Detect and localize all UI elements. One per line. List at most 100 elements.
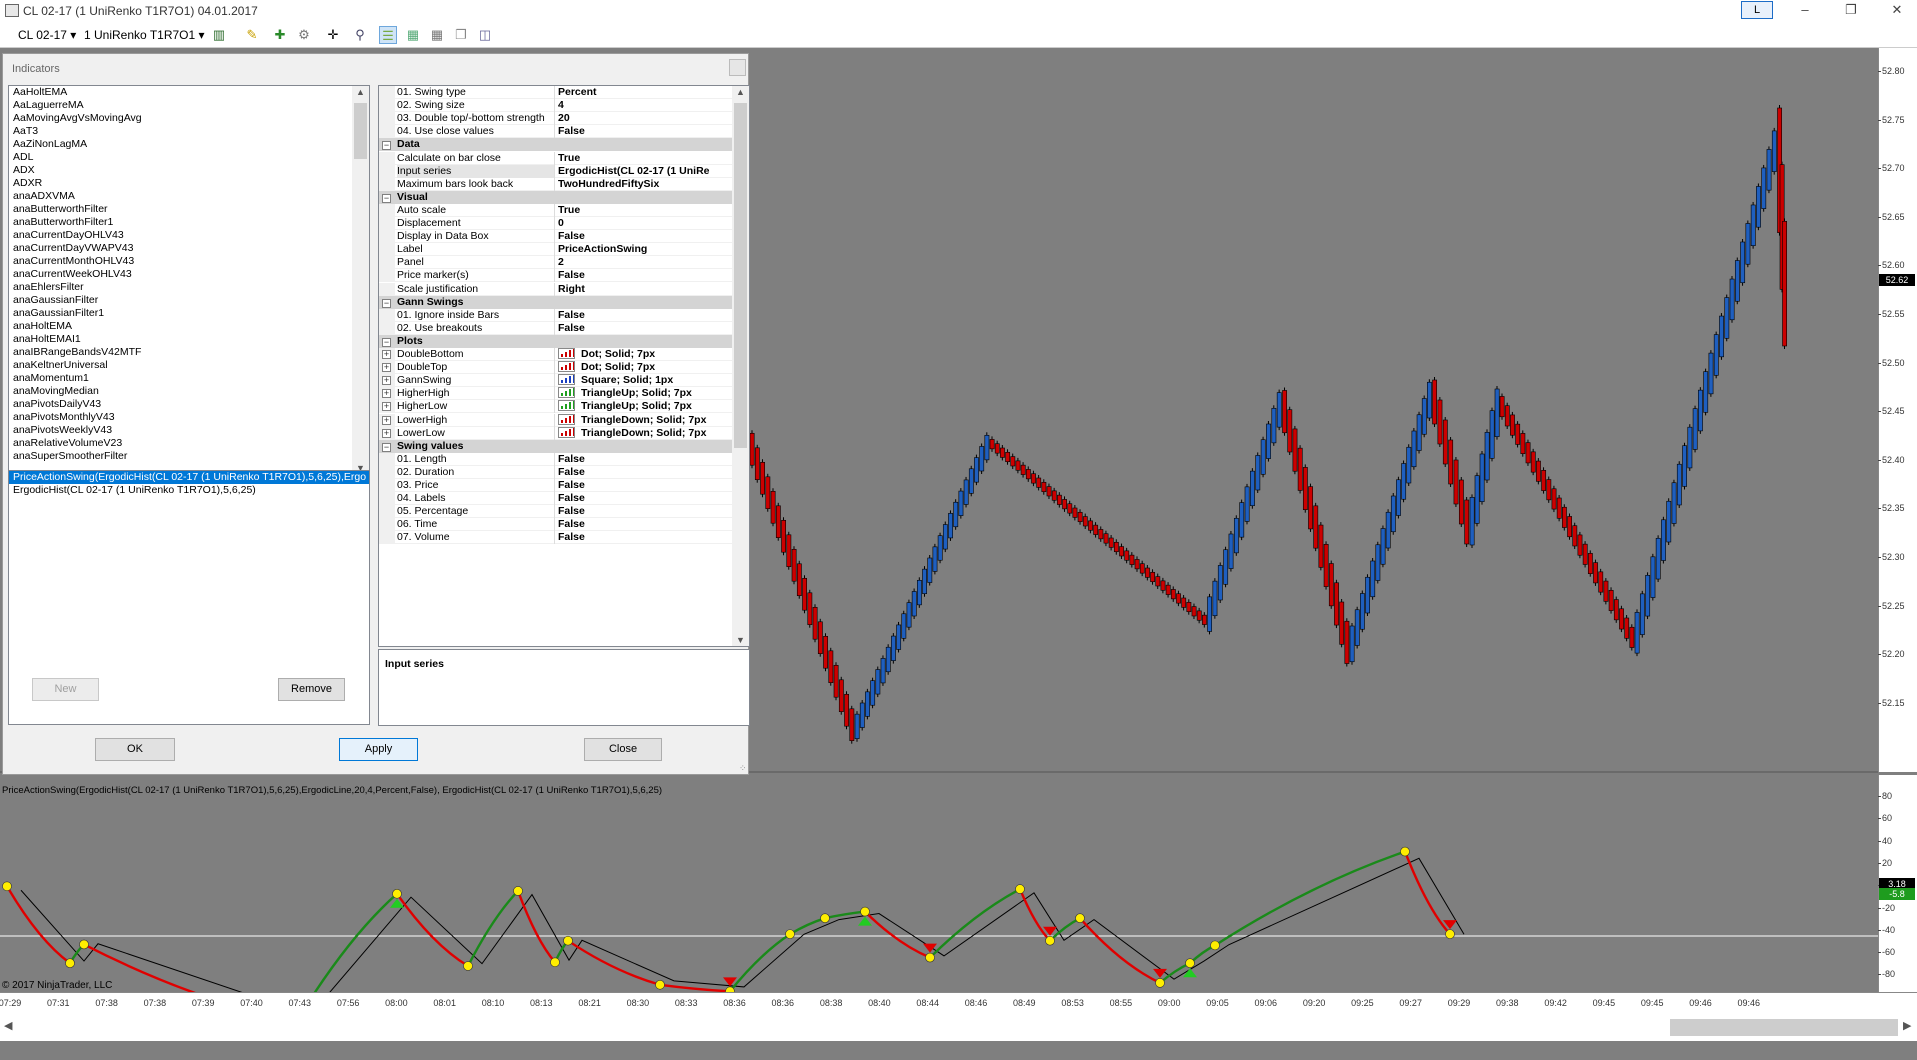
indicator-list-item[interactable]: anaCurrentMonthOHLV43 [9,255,369,268]
indicator-list-item[interactable]: AaZiNonLagMA [9,138,369,151]
property-row[interactable]: Scale justification Right [379,282,734,296]
property-row[interactable]: 04. Labels False [379,492,734,506]
indicators-icon[interactable]: ☰ [379,26,397,44]
property-value[interactable]: False [558,322,734,335]
indicator-list-item[interactable]: anaGaussianFilter [9,294,369,307]
time-axis[interactable]: 07:29 07:31 07:38 07:38 07:39 07:40 07:43 07:56… [0,992,1917,1014]
property-row[interactable]: Maximum bars look back TwoHundredFiftySix [379,177,734,191]
indicator-list-item[interactable]: anaADXVMA [9,190,369,203]
property-row[interactable]: + DoubleTop Dot; Solid; 7px [379,361,734,375]
layout-button[interactable]: L [1741,1,1773,19]
indicator-list-item[interactable]: AaLaguerreMA [9,99,369,112]
property-row[interactable]: 01. Length False [379,452,734,466]
minimize-icon[interactable]: – [1785,0,1825,22]
property-value[interactable]: 20 [558,112,734,125]
bar-type-icon[interactable]: ▥ [210,26,228,44]
property-value[interactable]: False [558,466,734,479]
property-value[interactable]: False [558,518,734,531]
resize-grip-icon[interactable]: ⁘ [739,763,747,774]
scroll-thumb[interactable] [734,103,747,448]
property-value[interactable]: TriangleDown; Solid; 7px [558,413,734,427]
collapse-icon[interactable]: − [382,193,391,203]
close-icon[interactable]: ✕ [1877,0,1917,22]
indicator-list-item[interactable]: ADL [9,151,369,164]
property-row[interactable]: 01. Ignore inside Bars False [379,308,734,322]
expand-icon[interactable]: + [382,428,391,438]
close-button[interactable]: Close [584,738,662,761]
price-axis[interactable]: 52.80 52.75 52.70 52.65 52.60 52.55 52.50 52.45… [1878,48,1917,772]
indicator-list-item[interactable]: anaCurrentWeekOHLV43 [9,268,369,281]
property-value[interactable]: True [558,204,734,217]
indicator-list-item[interactable]: anaCurrentDayOHLV43 [9,229,369,242]
property-value[interactable]: 4 [558,99,734,112]
expand-icon[interactable]: + [382,415,391,425]
property-value[interactable]: False [558,230,734,243]
applied-indicator-item[interactable]: PriceActionSwing(ErgodicHist(CL 02-17 (1… [9,471,369,484]
property-row[interactable]: Label PriceActionSwing [379,243,734,257]
scroll-thumb[interactable] [354,103,367,159]
property-value[interactable]: False [558,531,734,544]
indicator-list-item[interactable]: anaButterworthFilter1 [9,216,369,229]
property-value[interactable]: Percent [558,86,734,99]
property-row[interactable]: Calculate on bar close True [379,151,734,165]
expand-icon[interactable]: + [382,376,391,386]
collapse-icon[interactable]: − [382,337,391,347]
scroll-right-icon[interactable]: ▶ [1903,1019,1911,1032]
property-category[interactable]: − Visual [379,190,734,204]
property-row[interactable]: 02. Swing size 4 [379,99,734,113]
remove-button[interactable]: Remove [278,678,345,701]
properties-icon[interactable]: ◫ [476,26,494,44]
restore-icon[interactable]: ❐ [1831,0,1871,22]
property-category[interactable]: − Gann Swings [379,295,734,309]
expand-icon[interactable]: + [382,402,391,412]
property-value[interactable]: PriceActionSwing [558,243,734,256]
property-value[interactable]: False [558,453,734,466]
indicator-list-item[interactable]: anaButterworthFilter [9,203,369,216]
property-row[interactable]: 05. Percentage False [379,505,734,519]
property-row[interactable]: 02. Duration False [379,465,734,479]
new-button[interactable]: New [32,678,99,701]
scroll-left-icon[interactable]: ◀ [4,1019,12,1032]
strategy-icon[interactable]: ⚙ [295,26,313,44]
property-value[interactable]: False [558,479,734,492]
property-value[interactable]: False [558,492,734,505]
property-row[interactable]: 06. Time False [379,518,734,532]
add-indicator-icon[interactable]: ✚ [271,26,289,44]
property-row[interactable]: Input series ErgodicHist(CL 02-17 (1 UniR… [379,164,734,178]
property-row[interactable]: 07. Volume False [379,531,734,545]
property-row[interactable]: Displacement 0 [379,217,734,230]
property-row[interactable]: 03. Price False [379,479,734,492]
apply-button[interactable]: Apply [339,738,418,761]
property-row[interactable]: + LowerHigh TriangleDown; Solid; 7px [379,413,734,427]
property-row[interactable]: + HigherLow TriangleUp; Solid; 7px [379,400,734,414]
property-row[interactable]: + GannSwing Square; Solid; 1px [379,374,734,388]
indicator-list-item[interactable]: anaGaussianFilter1 [9,307,369,320]
indicator-list-item[interactable]: anaMovingMedian [9,385,369,398]
property-row[interactable]: 03. Double top/-bottom strength 20 [379,112,734,126]
property-value[interactable]: Right [558,283,734,296]
property-category[interactable]: − Swing values [379,439,734,453]
property-row[interactable]: Auto scale True [379,203,734,217]
indicator-list-item[interactable]: anaHoltEMAI1 [9,333,369,346]
property-value[interactable]: Square; Solid; 1px [558,374,734,387]
property-row[interactable]: + LowerLow TriangleDown; Solid; 7px [379,426,734,440]
property-value[interactable]: Dot; Solid; 7px [558,348,734,361]
collapse-icon[interactable]: − [382,141,391,151]
scroll-up-icon[interactable]: ▲ [736,87,745,97]
indicator-list-item[interactable]: anaSuperSmootherFilter [9,450,369,463]
strategies-icon[interactable]: ▦ [404,26,422,44]
property-value[interactable]: True [558,152,734,165]
indicator-list-item[interactable]: ADXR [9,177,369,190]
indicator-list-item[interactable]: anaMomentum1 [9,372,369,385]
indicator-list-item[interactable]: anaPivotsWeeklyV43 [9,424,369,437]
scroll-down-icon[interactable]: ▼ [736,635,745,645]
ok-button[interactable]: OK [95,738,175,761]
property-value[interactable]: False [558,505,734,518]
indicator-axis[interactable]: 806040200-20-40-60-803.18-5.8 [1877,775,1917,992]
indicator-list-item[interactable]: ADX [9,164,369,177]
property-value[interactable]: TwoHundredFiftySix [558,178,734,191]
instrument-selector[interactable]: CL 02-17 ▾ [18,27,76,43]
copy-icon[interactable]: ❐ [452,26,470,44]
property-row[interactable]: 01. Swing type Percent [379,86,734,99]
indicator-list-item[interactable]: AaT3 [9,125,369,138]
